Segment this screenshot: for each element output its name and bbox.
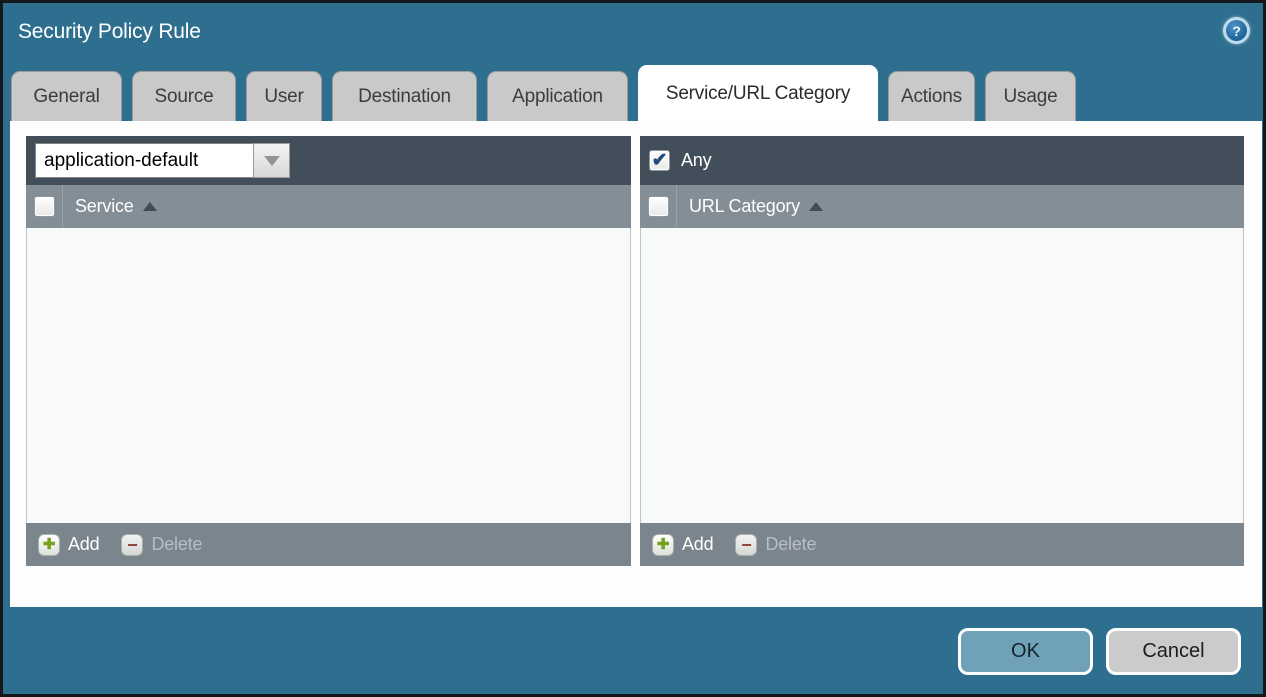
- service-type-dropdown-button[interactable]: [253, 143, 290, 178]
- sort-ascending-icon: [809, 202, 823, 211]
- service-column-header: Service: [26, 185, 631, 228]
- url-category-add-button[interactable]: ✚ Add: [652, 534, 713, 556]
- service-panel: Service ✚ Add − Delete: [26, 136, 631, 566]
- service-type-combo: [35, 143, 290, 178]
- service-delete-button[interactable]: − Delete: [121, 534, 202, 556]
- tab-content-area: Service ✚ Add − Delete ✔ Any: [10, 121, 1262, 607]
- url-category-select-all-cell: [640, 185, 677, 228]
- tab-user[interactable]: User: [246, 71, 322, 121]
- cancel-button[interactable]: Cancel: [1106, 628, 1241, 675]
- url-category-toolbar: ✔ Any: [640, 136, 1244, 185]
- url-category-column-header: URL Category: [640, 185, 1244, 228]
- url-category-column-label[interactable]: URL Category: [689, 196, 823, 217]
- ok-button[interactable]: OK: [958, 628, 1093, 675]
- any-label: Any: [681, 150, 711, 171]
- url-category-panel: ✔ Any URL Category ✚ Add −: [640, 136, 1244, 566]
- help-icon: ?: [1226, 20, 1247, 41]
- service-footer: ✚ Add − Delete: [26, 523, 631, 566]
- url-category-list[interactable]: [640, 228, 1244, 523]
- service-type-input[interactable]: [35, 143, 253, 178]
- any-checkbox[interactable]: ✔: [649, 150, 670, 171]
- security-policy-rule-dialog: Security Policy Rule ? General Source Us…: [0, 0, 1266, 697]
- service-select-all-cell: [26, 185, 63, 228]
- tab-application[interactable]: Application: [487, 71, 628, 121]
- tab-source[interactable]: Source: [132, 71, 236, 121]
- delete-minus-icon: −: [121, 534, 143, 556]
- chevron-down-icon: [264, 156, 280, 166]
- tab-destination[interactable]: Destination: [332, 71, 477, 121]
- help-button[interactable]: ?: [1223, 17, 1250, 44]
- service-column-label[interactable]: Service: [75, 196, 157, 217]
- tab-actions[interactable]: Actions: [888, 71, 975, 121]
- url-category-footer: ✚ Add − Delete: [640, 523, 1244, 566]
- tab-usage[interactable]: Usage: [985, 71, 1076, 121]
- sort-ascending-icon: [143, 202, 157, 211]
- dialog-title: Security Policy Rule: [18, 20, 201, 44]
- tab-service-url-category[interactable]: Service/URL Category: [638, 65, 878, 121]
- service-select-all-checkbox[interactable]: [34, 196, 55, 217]
- tab-bar: General Source User Destination Applicat…: [11, 71, 1076, 121]
- url-category-delete-button[interactable]: − Delete: [735, 534, 816, 556]
- service-list[interactable]: [26, 228, 631, 523]
- delete-minus-icon: −: [735, 534, 757, 556]
- service-toolbar: [26, 136, 631, 185]
- tab-general[interactable]: General: [11, 71, 122, 121]
- add-plus-icon: ✚: [38, 534, 60, 556]
- add-plus-icon: ✚: [652, 534, 674, 556]
- url-category-select-all-checkbox[interactable]: [648, 196, 669, 217]
- service-add-button[interactable]: ✚ Add: [38, 534, 99, 556]
